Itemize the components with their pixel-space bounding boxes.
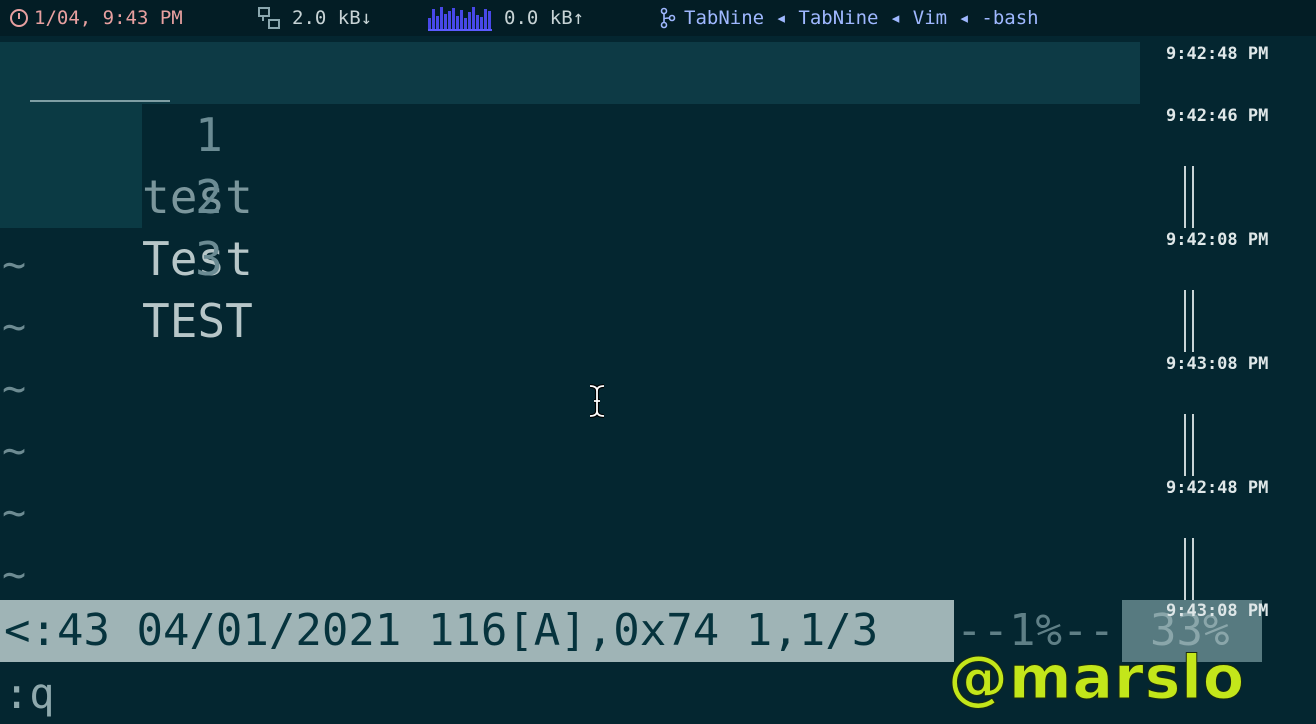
cursor-underline	[30, 100, 170, 102]
datetime-text: 1/04, 9:43 PM	[34, 7, 183, 29]
keystroke-bar	[1184, 290, 1194, 352]
line-number: 1	[195, 108, 223, 162]
empty-line-tilde: ~	[2, 552, 27, 598]
sparkline-bar	[440, 7, 443, 29]
line-text: TEST	[142, 294, 253, 348]
top-status-bar: 1/04, 9:43 PM 2.0 kB↓ 0.0 kB↑ TabNine ◂ …	[0, 0, 1316, 36]
sparkline-bar	[460, 10, 463, 29]
git-branch-icon	[660, 7, 676, 29]
statusline-info: <:43 04/01/2021 116[A],0x74 1,1/3	[4, 605, 905, 656]
sparkline-bar	[468, 12, 471, 29]
line-number: 3	[195, 232, 223, 286]
datetime-segment: 1/04, 9:43 PM	[10, 0, 183, 36]
watermark-logo: @marslo	[947, 643, 1246, 713]
empty-line-tilde: ~	[2, 304, 27, 350]
clock-icon	[10, 9, 28, 27]
sparkline-bar	[448, 11, 451, 29]
empty-line-tilde: ~	[2, 490, 27, 536]
buffer-line[interactable]: 3 TEST	[0, 166, 253, 348]
upload-rate: 0.0 kB↑	[504, 7, 585, 29]
sparkline-bar	[472, 7, 475, 29]
sparkline-bar	[456, 16, 459, 29]
download-rate: 2.0 kB↓	[292, 7, 373, 29]
keystroke-timestamp: 9:42:46 PM	[1166, 106, 1269, 126]
sparkline-bar	[484, 9, 487, 29]
empty-line-tilde: ~	[2, 428, 27, 474]
empty-line-tilde: ~	[2, 242, 27, 288]
path-segment: TabNine ◂ TabNine ◂ Vim ◂ -bash	[660, 0, 1039, 36]
vim-editor-buffer[interactable]: 1 test 2 Test 3 TEST ~ ~ ~ ~ ~ ~	[0, 42, 1316, 598]
network-sparkline	[428, 5, 492, 31]
buffer-line[interactable]: 2 Test	[0, 104, 253, 286]
network-icon	[258, 7, 280, 29]
upload-segment: 0.0 kB↑	[428, 0, 584, 36]
sparkline-bar	[432, 9, 435, 29]
sparkline-bar	[444, 14, 447, 29]
keystroke-bar	[1184, 166, 1194, 228]
empty-line-tilde: ~	[2, 366, 27, 412]
download-segment: 2.0 kB↓	[258, 0, 372, 36]
keystroke-timestamp: 9:42:48 PM	[1166, 44, 1269, 64]
keystroke-bar	[1184, 414, 1194, 476]
keystroke-bar	[1184, 538, 1194, 600]
sparkline-bar	[452, 8, 455, 29]
sparkline-bar	[488, 11, 491, 29]
text-cursor-icon	[589, 384, 605, 418]
keystroke-timestamp: 9:42:48 PM	[1166, 478, 1269, 498]
current-line-highlight	[30, 42, 1140, 104]
sparkline-bar	[428, 18, 431, 29]
vim-command-line[interactable]: :q	[4, 664, 55, 724]
window-path: TabNine ◂ TabNine ◂ Vim ◂ -bash	[684, 7, 1039, 29]
sparkline-bar	[464, 18, 467, 29]
buffer-line[interactable]: 1 test	[0, 42, 253, 224]
sparkline-bar	[480, 17, 483, 29]
line-number: 2	[195, 170, 223, 224]
keystroke-timestamp: 9:43:08 PM	[1166, 354, 1269, 374]
keystroke-timestamp: 9:43:08 PM	[1166, 601, 1269, 621]
sparkline-bar	[436, 16, 439, 29]
sparkline-bar	[476, 15, 479, 29]
keystroke-timestamp: 9:42:08 PM	[1166, 230, 1269, 250]
